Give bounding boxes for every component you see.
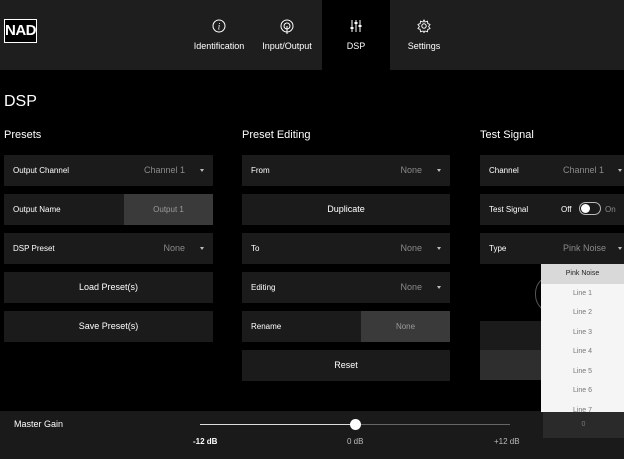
gear-icon (398, 19, 450, 35)
master-gain-max-label: +12 dB (494, 437, 520, 446)
chevron-down-icon (618, 169, 622, 172)
tab-dsp-label: DSP (346, 41, 366, 51)
dropdown-option-line-7[interactable]: Line 7 (541, 401, 624, 413)
tab-identification[interactable]: i Identification (187, 0, 251, 70)
dropdown-option-line-3[interactable]: Line 3 (541, 323, 624, 343)
test-signal-toggle[interactable] (579, 202, 601, 215)
output-channel-value: Channel 1 (143, 165, 185, 175)
dropdown-option-line-2[interactable]: Line 2 (541, 303, 624, 323)
from-select[interactable]: From None (242, 155, 450, 186)
test-signal-label: Test Signal (489, 205, 529, 214)
dropdown-option-line-4[interactable]: Line 4 (541, 342, 624, 362)
duplicate-button[interactable]: Duplicate (242, 194, 450, 225)
chevron-down-icon (437, 286, 441, 289)
test-level-field[interactable]: 0 (543, 411, 624, 438)
output-name-input[interactable]: Output 1 (124, 194, 213, 225)
to-select[interactable]: To None (242, 233, 450, 264)
dsp-preset-select[interactable]: DSP Preset None (4, 233, 213, 264)
dsp-preset-label: DSP Preset (13, 244, 55, 253)
test-channel-value: Channel 1 (562, 165, 604, 175)
output-name-row: Output Name Output 1 (4, 194, 213, 225)
to-label: To (251, 244, 260, 253)
presets-heading: Presets (4, 129, 42, 141)
tab-dsp[interactable]: DSP (322, 0, 390, 70)
master-gain-knob[interactable] (350, 419, 361, 430)
from-value: None (400, 165, 422, 175)
output-channel-select[interactable]: Output Channel Channel 1 (4, 155, 213, 186)
toggle-off-label: Off (561, 205, 572, 214)
nad-logo: NAD (4, 19, 37, 43)
chevron-down-icon (437, 247, 441, 250)
chevron-down-icon (200, 247, 204, 250)
rename-input[interactable]: None (361, 311, 450, 342)
tab-input-output-label: Input/Output (262, 41, 312, 51)
tab-settings-label: Settings (407, 41, 441, 51)
page-title: DSP (4, 93, 37, 110)
output-name-label: Output Name (13, 205, 61, 214)
test-channel-select[interactable]: Channel Channel 1 (480, 155, 624, 186)
toggle-knob (581, 204, 590, 213)
reset-button[interactable]: Reset (242, 350, 450, 381)
test-channel-label: Channel (489, 166, 519, 175)
rename-row: Rename None (242, 311, 450, 342)
type-value: Pink Noise (562, 243, 606, 253)
editing-value: None (400, 282, 422, 292)
to-value: None (400, 243, 422, 253)
from-label: From (251, 166, 270, 175)
master-gain-slider[interactable] (200, 419, 510, 430)
preset-editing-heading: Preset Editing (242, 129, 311, 141)
output-channel-label: Output Channel (13, 166, 70, 175)
chevron-down-icon (200, 169, 204, 172)
save-presets-button[interactable]: Save Preset(s) (4, 311, 213, 342)
tab-settings[interactable]: Settings (398, 0, 450, 70)
editing-label: Editing (251, 283, 276, 292)
type-dropdown-menu: Pink Noise Line 1 Line 2 Line 3 Line 4 L… (541, 264, 624, 412)
svg-text:i: i (218, 22, 221, 32)
master-gain-fill (200, 424, 355, 425)
dropdown-option-line-6[interactable]: Line 6 (541, 381, 624, 401)
tab-identification-label: Identification (193, 41, 245, 51)
master-gain-bar: Master Gain -12 dB 0 dB +12 dB 0 (0, 411, 624, 459)
input-output-icon (256, 19, 318, 35)
chevron-down-icon (437, 169, 441, 172)
toggle-on-label: On (605, 205, 616, 214)
rename-label: Rename (251, 322, 282, 331)
test-signal-heading: Test Signal (480, 129, 534, 141)
chevron-down-icon (618, 247, 622, 250)
tab-input-output[interactable]: Input/Output (256, 0, 318, 70)
test-signal-row: Test Signal Off On (480, 194, 624, 225)
editing-select[interactable]: Editing None (242, 272, 450, 303)
master-gain-min-label: -12 dB (193, 437, 218, 446)
dsp-preset-value: None (163, 243, 185, 253)
master-gain-mid-label: 0 dB (347, 437, 364, 446)
master-gain-label: Master Gain (14, 419, 64, 429)
dropdown-option-pink-noise[interactable]: Pink Noise (541, 264, 624, 284)
dropdown-option-line-5[interactable]: Line 5 (541, 362, 624, 382)
dropdown-option-line-1[interactable]: Line 1 (541, 284, 624, 304)
type-select[interactable]: Type Pink Noise (480, 233, 624, 264)
info-icon: i (187, 19, 251, 35)
load-presets-button[interactable]: Load Preset(s) (4, 272, 213, 303)
top-nav-bar: NAD i Identification Input/Output DSP Se… (0, 0, 624, 70)
type-label: Type (489, 244, 507, 253)
sliders-icon (322, 19, 390, 35)
